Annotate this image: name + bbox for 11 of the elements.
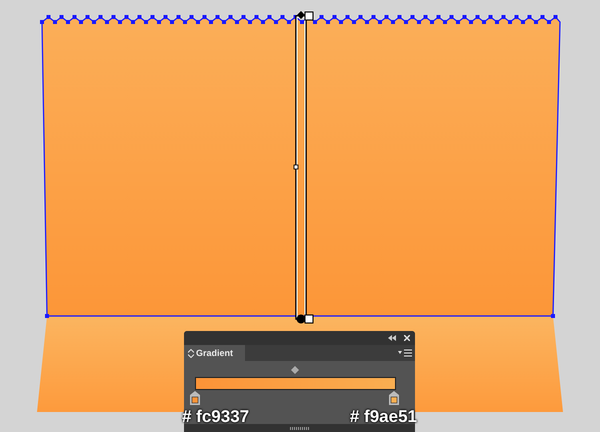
grip-icon[interactable] [290,426,310,430]
midpoint-icon[interactable] [291,366,299,374]
color-stop[interactable] [190,391,200,405]
panel-menu-icon[interactable] [398,349,412,357]
panel-tab[interactable]: Gradient [184,345,246,361]
collapse-icon[interactable] [388,335,396,341]
gradient-annotator[interactable] [294,11,314,324]
close-icon[interactable] [404,335,410,341]
gradient-slider[interactable] [195,377,396,390]
color-stop[interactable] [389,391,399,405]
up-down-arrows-icon[interactable] [188,348,194,358]
